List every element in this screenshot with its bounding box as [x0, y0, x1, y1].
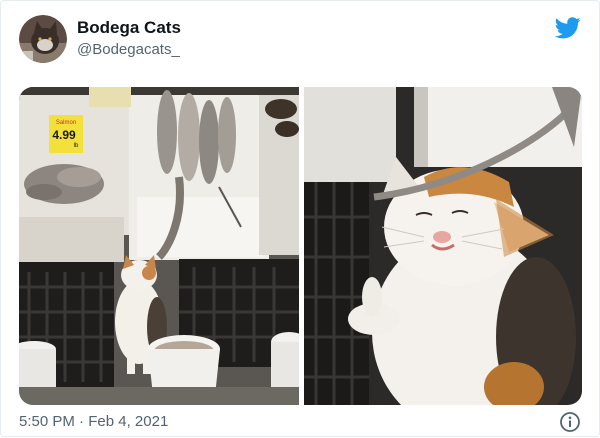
timestamp-time[interactable]: 5:50 PM: [19, 413, 75, 430]
tweet-card: Bodega Cats @Bodegacats_ Salmon 4.99 lb …: [0, 0, 600, 437]
user-handle[interactable]: @Bodegacats_: [77, 41, 180, 58]
tweet-media[interactable]: Salmon 4.99 lb: [19, 87, 582, 405]
price-sign-label: Salmon: [56, 120, 76, 126]
avatar-cat-image: [19, 15, 67, 63]
price-sign-price: 4.99: [52, 128, 76, 142]
timestamp-separator: ·: [79, 413, 85, 430]
avatar[interactable]: [19, 15, 67, 63]
photo-cat-closeup[interactable]: [304, 87, 582, 405]
price-sign: Salmon 4.99 lb: [49, 115, 83, 153]
info-icon[interactable]: [559, 411, 581, 433]
tweet-timestamp[interactable]: 5:50 PM · Feb 4, 2021: [19, 413, 168, 430]
timestamp-date[interactable]: Feb 4, 2021: [88, 413, 168, 430]
twitter-bird-icon[interactable]: [554, 17, 581, 39]
display-name[interactable]: Bodega Cats: [77, 18, 181, 38]
price-sign-unit: lb: [74, 143, 79, 149]
photo-market-stall[interactable]: Salmon 4.99 lb: [19, 87, 307, 405]
